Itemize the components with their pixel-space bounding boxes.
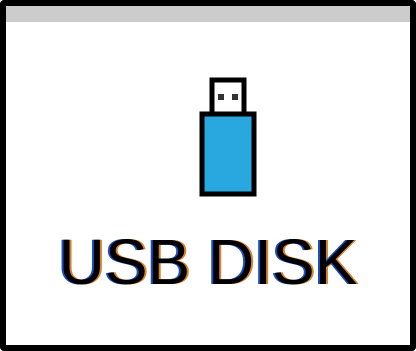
usb-disk-tile[interactable]: USB DISK [0,0,416,351]
tile-header-bar [6,6,410,22]
usb-drive-icon [199,77,257,197]
device-label: USB DISK [58,226,358,298]
